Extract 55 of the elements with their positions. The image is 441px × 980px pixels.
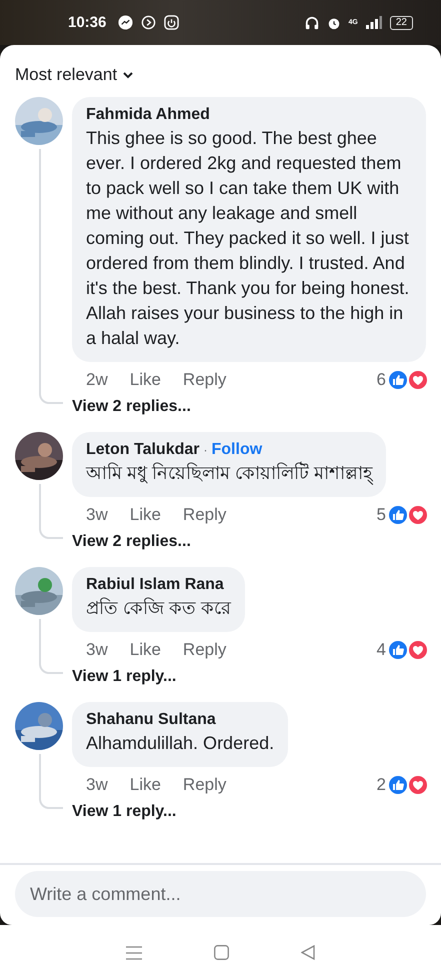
back-triangle-icon[interactable] [301, 945, 315, 960]
alarm-icon [326, 16, 341, 30]
comment-author[interactable]: Fahmida Ahmed [86, 106, 210, 124]
comment-author[interactable]: Leton Talukdar [86, 441, 200, 459]
view-replies-link[interactable]: View 1 reply... [72, 803, 426, 821]
follow-link[interactable]: Follow [212, 441, 262, 459]
reply-link[interactable]: Reply [182, 775, 226, 795]
menu-icon[interactable] [126, 946, 142, 960]
like-link[interactable]: Like [130, 370, 161, 390]
signal-icon [366, 16, 382, 29]
clock-time: 10:36 [68, 14, 106, 31]
reply-link[interactable]: Reply [182, 370, 226, 390]
comment-author[interactable]: Rabiul Islam Rana [86, 576, 224, 594]
comment-text: প্রতি কেজি কত করে [86, 596, 232, 620]
comment-age: 3w [86, 505, 108, 525]
power-icon [164, 15, 180, 30]
love-reaction-icon [408, 640, 428, 660]
thread-line [39, 484, 63, 539]
headphones-icon [304, 16, 319, 30]
comment-input[interactable]: Write a comment... [15, 871, 426, 917]
comment-age: 3w [86, 775, 108, 795]
love-reaction-icon [408, 505, 428, 525]
like-link[interactable]: Like [130, 505, 161, 525]
view-replies-link[interactable]: View 1 reply... [72, 668, 426, 686]
like-reaction-icon [388, 640, 408, 660]
comment-age: 2w [86, 370, 108, 390]
reply-link[interactable]: Reply [182, 640, 226, 660]
like-reaction-icon [388, 775, 408, 795]
reaction-count: 6 [376, 370, 386, 390]
reaction-count: 2 [376, 775, 386, 795]
sort-dropdown[interactable]: Most relevant [15, 65, 134, 85]
like-reaction-icon [388, 370, 408, 390]
thread-line [39, 754, 63, 809]
like-link[interactable]: Like [130, 640, 161, 660]
view-replies-link[interactable]: View 2 replies... [72, 398, 426, 416]
comment-author[interactable]: Shahanu Sultana [86, 711, 216, 729]
view-replies-link[interactable]: View 2 replies... [72, 533, 426, 551]
love-reaction-icon [408, 775, 428, 795]
comment-text: আমি মধু নিয়েছিলাম কোয়ালিটি মাশাল্লাহ্ [86, 461, 372, 486]
separator-dot: · [204, 443, 208, 457]
comment-text: Alhamdulillah. Ordered. [86, 732, 274, 755]
comment-text: This ghee is so good. The best ghee ever. I ordered 2kg and requested them to pack well so I can take them UK with me without any leakage and smell coming out. They packed it so well. I just ordered from them blindly. I trusted. And it's the best. Thank you for being honest. Allah raises your business to the high in a halal way. [86, 127, 410, 350]
thread-line [39, 619, 63, 674]
messenger-icon [118, 15, 134, 30]
reaction-count: 4 [376, 640, 386, 660]
like-reaction-icon [388, 505, 408, 525]
comment-age: 3w [86, 640, 108, 660]
love-reaction-icon [408, 370, 428, 390]
chevron-down-icon [123, 72, 134, 78]
battery-level: 22 [390, 16, 413, 30]
reply-link[interactable]: Reply [182, 505, 226, 525]
play-circle-icon [141, 15, 156, 30]
like-link[interactable]: Like [130, 775, 161, 795]
home-square-icon[interactable] [214, 945, 229, 960]
reaction-count: 5 [376, 505, 386, 525]
